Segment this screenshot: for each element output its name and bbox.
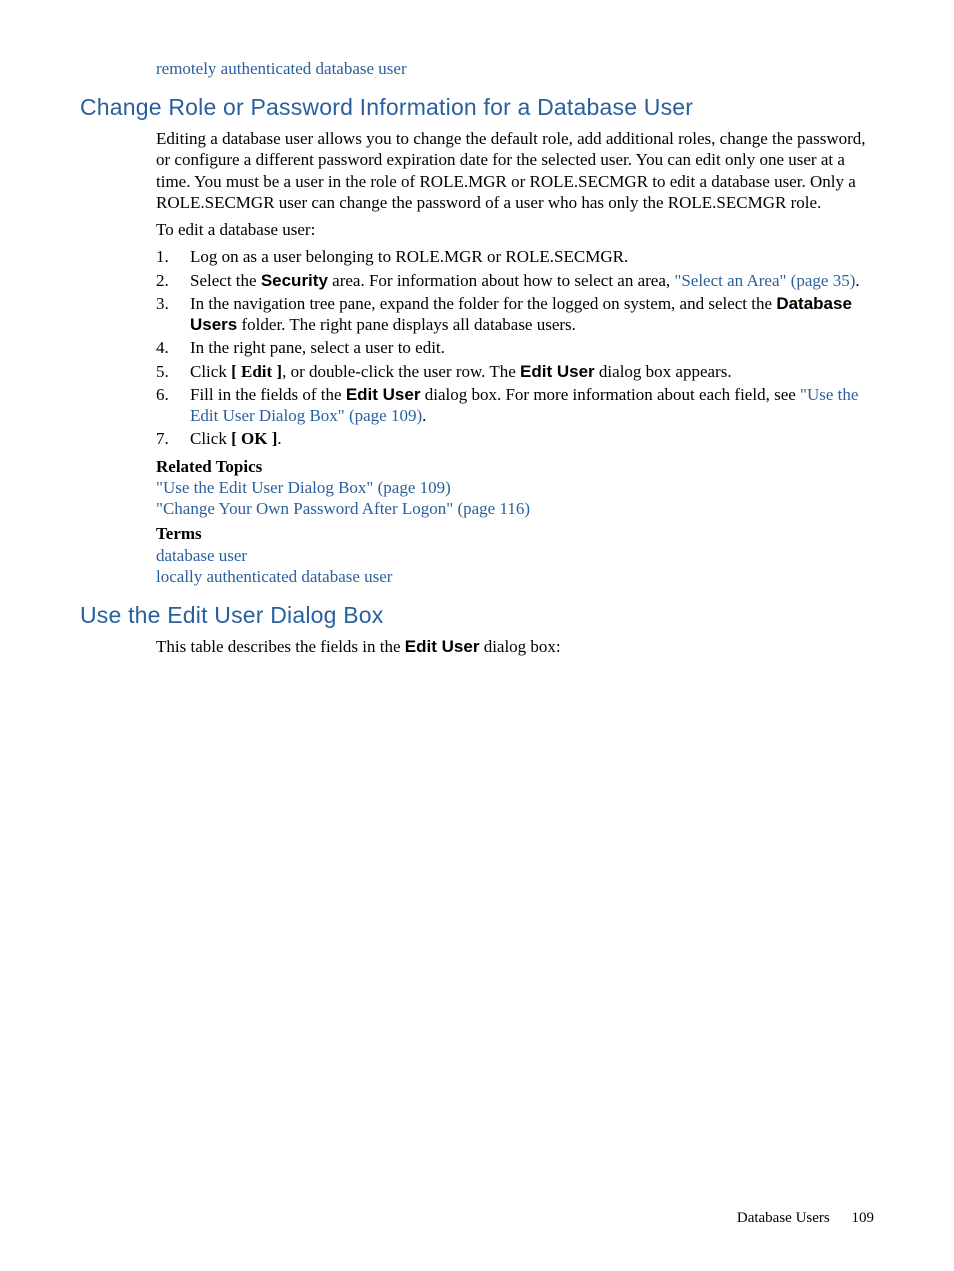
bold-ok-button: [ OK ] <box>231 429 277 448</box>
step-number: 4. <box>156 337 190 358</box>
page-footer: Database Users 109 <box>737 1210 874 1227</box>
step-5: 5. Click [ Edit ], or double-click the u… <box>156 361 874 382</box>
step-3: 3. In the navigation tree pane, expand t… <box>156 293 874 336</box>
heading-change-role: Change Role or Password Information for … <box>80 93 874 122</box>
step-number: 1. <box>156 246 190 267</box>
link-term-database-user[interactable]: database user <box>156 546 247 565</box>
step-number: 7. <box>156 428 190 449</box>
bold-edit-user: Edit User <box>520 362 595 381</box>
step-text: Log on as a user belonging to ROLE.MGR o… <box>190 246 874 267</box>
bold-edit-button: [ Edit ] <box>231 362 282 381</box>
step-text: In the navigation tree pane, expand the … <box>190 293 874 336</box>
step-text: Fill in the fields of the Edit User dial… <box>190 384 874 427</box>
link-select-an-area[interactable]: "Select an Area" (page 35) <box>674 271 855 290</box>
paragraph-table-intro: This table describes the fields in the E… <box>156 636 874 657</box>
link-change-own-password[interactable]: "Change Your Own Password After Logon" (… <box>156 499 530 518</box>
step-number: 6. <box>156 384 190 427</box>
step-2: 2. Select the Security area. For informa… <box>156 270 874 291</box>
step-text: In the right pane, select a user to edit… <box>190 337 874 358</box>
paragraph-lead: To edit a database user: <box>156 219 874 240</box>
paragraph-intro: Editing a database user allows you to ch… <box>156 128 874 213</box>
link-term-locally-authenticated[interactable]: locally authenticated database user <box>156 567 392 586</box>
terms-heading: Terms <box>156 523 874 544</box>
page-content: remotely authenticated database user Cha… <box>0 0 954 657</box>
step-4: 4. In the right pane, select a user to e… <box>156 337 874 358</box>
step-number: 2. <box>156 270 190 291</box>
heading-use-edit-user-dialog: Use the Edit User Dialog Box <box>80 601 874 630</box>
step-6: 6. Fill in the fields of the Edit User d… <box>156 384 874 427</box>
step-1: 1. Log on as a user belonging to ROLE.MG… <box>156 246 874 267</box>
step-text: Click [ OK ]. <box>190 428 874 449</box>
bold-security: Security <box>261 271 328 290</box>
footer-section-name: Database Users <box>737 1210 830 1226</box>
footer-page-number: 109 <box>852 1210 875 1226</box>
step-number: 3. <box>156 293 190 336</box>
steps-list: 1. Log on as a user belonging to ROLE.MG… <box>156 246 874 449</box>
link-use-edit-user-dialog-2[interactable]: "Use the Edit User Dialog Box" (page 109… <box>156 478 451 497</box>
link-remotely-authenticated[interactable]: remotely authenticated database user <box>156 59 407 78</box>
step-number: 5. <box>156 361 190 382</box>
bold-edit-user: Edit User <box>405 637 480 656</box>
step-text: Click [ Edit ], or double-click the user… <box>190 361 874 382</box>
related-topics-heading: Related Topics <box>156 456 874 477</box>
bold-edit-user: Edit User <box>346 385 421 404</box>
step-text: Select the Security area. For informatio… <box>190 270 874 291</box>
step-7: 7. Click [ OK ]. <box>156 428 874 449</box>
